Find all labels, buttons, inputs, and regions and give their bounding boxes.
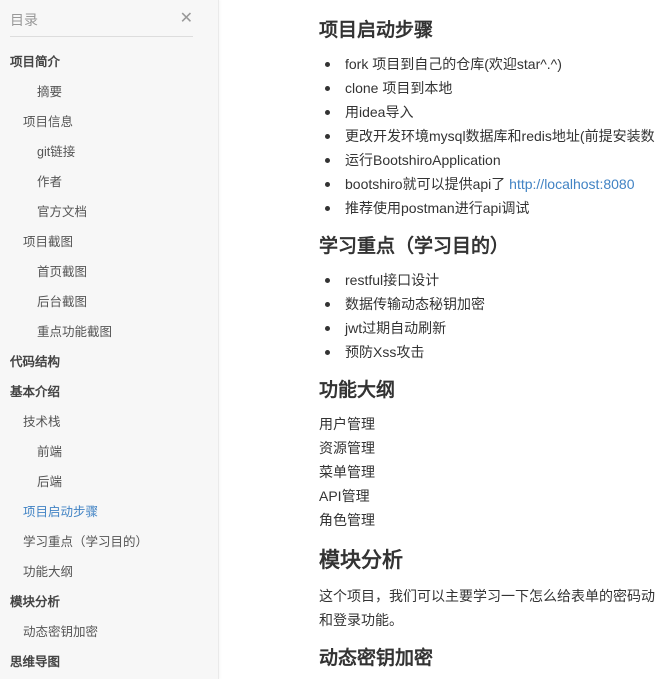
feature-line: 资源管理 bbox=[319, 440, 375, 456]
toc-item[interactable]: 后端 bbox=[0, 467, 218, 497]
list-item: 数据传输动态秘钥加密 bbox=[319, 292, 485, 316]
close-icon[interactable]: ✕ bbox=[180, 8, 193, 28]
toc-item[interactable]: 官方文档 bbox=[0, 197, 218, 227]
list-item: 更改开发环境mysql数据库和redis地址(前提安装数 bbox=[319, 124, 655, 148]
list-item: bootshiro就可以提供api了 http://localhost:8080 bbox=[319, 172, 655, 196]
toc-item[interactable]: 思维导图 bbox=[0, 647, 218, 677]
toc-item[interactable]: 摘要 bbox=[0, 77, 218, 107]
toc-item[interactable]: 重点功能截图 bbox=[0, 317, 218, 347]
toc-item[interactable]: 项目截图 bbox=[0, 227, 218, 257]
list-item: restful接口设计 bbox=[319, 268, 485, 292]
toc-sidebar: 目录 ✕ 项目简介 摘要 项目信息 git链接 作者 官方文档 项目截图 首页截图 后台截图 重点… bbox=[0, 0, 219, 679]
list-item: 用idea导入 bbox=[319, 100, 655, 124]
feature-line: API管理 bbox=[319, 488, 370, 504]
list-item: 推荐使用postman进行api调试 bbox=[319, 196, 655, 220]
list-item: 预防Xss攻击 bbox=[319, 340, 485, 364]
list-item-text: bootshiro就可以提供api了 bbox=[345, 176, 510, 192]
toc-item[interactable]: 技术栈 bbox=[0, 407, 218, 437]
toc-item[interactable]: 功能大纲 bbox=[0, 557, 218, 587]
learning-focus-list: restful接口设计 数据传输动态秘钥加密 jwt过期自动刷新 预防Xss攻击 bbox=[319, 268, 485, 364]
toc-item[interactable]: 首页截图 bbox=[0, 257, 218, 287]
toc-item[interactable]: 作者 bbox=[0, 167, 218, 197]
startup-steps-list: fork 项目到自己的仓库(欢迎star^.^) clone 项目到本地 用id… bbox=[319, 52, 655, 220]
toc-item[interactable]: 代码结构 bbox=[0, 347, 218, 377]
module-analysis-paragraph: 这个项目，我们可以主要学习一下怎么给表单的密码动 和登录功能。 bbox=[319, 584, 655, 632]
paragraph-line: 这个项目，我们可以主要学习一下怎么给表单的密码动 bbox=[319, 588, 655, 604]
toc-title: 目录 bbox=[10, 12, 38, 28]
toc-item[interactable]: 动态密钥加密 bbox=[0, 617, 218, 647]
list-item: 运行BootshiroApplication bbox=[319, 148, 655, 172]
paragraph-line: 和登录功能。 bbox=[319, 612, 403, 628]
list-item: clone 项目到本地 bbox=[319, 76, 655, 100]
toc-item[interactable]: 项目启动步骤 bbox=[0, 497, 218, 527]
heading-dynamic-key: 动态密钥加密 bbox=[319, 648, 434, 669]
toc-header: 目录 ✕ bbox=[10, 8, 193, 37]
heading-module-analysis: 模块分析 bbox=[319, 549, 403, 572]
heading-feature-outline: 功能大纲 bbox=[319, 380, 396, 401]
feature-line: 菜单管理 bbox=[319, 464, 375, 480]
list-item: jwt过期自动刷新 bbox=[319, 316, 485, 340]
toc-list: 项目简介 摘要 项目信息 git链接 作者 官方文档 项目截图 首页截图 后台截图 重点功能截图代… bbox=[0, 47, 218, 677]
toc-item[interactable]: git链接 bbox=[0, 137, 218, 167]
document-content: 项目启动步骤 fork 项目到自己的仓库(欢迎star^.^) clone 项目… bbox=[319, 0, 660, 679]
list-item: fork 项目到自己的仓库(欢迎star^.^) bbox=[319, 52, 655, 76]
heading-learning-focus: 学习重点（学习目的） bbox=[319, 236, 510, 257]
heading-startup-steps: 项目启动步骤 bbox=[319, 20, 434, 41]
toc-item[interactable]: 后台截图 bbox=[0, 287, 218, 317]
feature-line: 用户管理 bbox=[319, 416, 375, 432]
toc-item[interactable]: 项目信息 bbox=[0, 107, 218, 137]
toc-item[interactable]: 项目简介 bbox=[0, 47, 218, 77]
localhost-link[interactable]: http://localhost:8080 bbox=[509, 176, 634, 192]
feature-outline-lines: 用户管理 资源管理 菜单管理 API管理 角色管理 bbox=[319, 412, 375, 532]
feature-line: 角色管理 bbox=[319, 512, 375, 528]
toc-item[interactable]: 基本介绍 bbox=[0, 377, 218, 407]
toc-item[interactable]: 前端 bbox=[0, 437, 218, 467]
toc-item[interactable]: 学习重点（学习目的） bbox=[0, 527, 218, 557]
toc-item[interactable]: 模块分析 bbox=[0, 587, 218, 617]
